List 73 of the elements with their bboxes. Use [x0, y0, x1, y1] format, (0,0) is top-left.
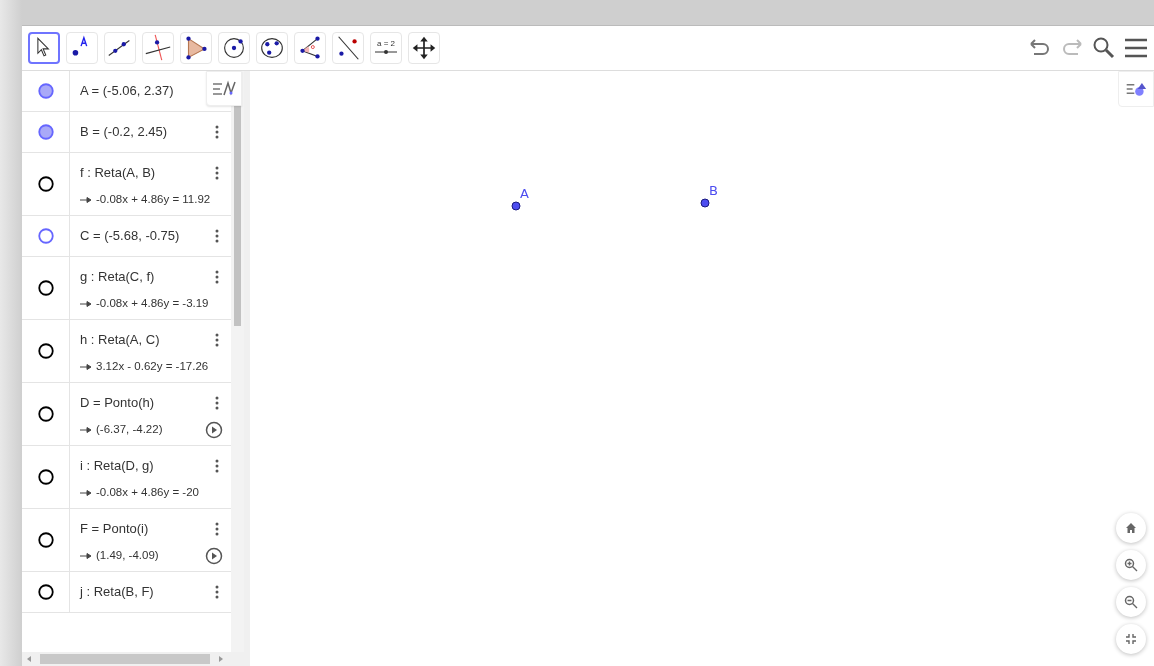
point[interactable]	[700, 198, 710, 208]
object-definition: i : Reta(D, g)	[80, 457, 154, 476]
line-tool-button[interactable]	[104, 32, 136, 64]
angle-tool-button[interactable]	[294, 32, 326, 64]
algebra-style-button[interactable]	[206, 71, 242, 106]
visibility-toggle[interactable]	[36, 342, 55, 360]
point-tool-button[interactable]	[66, 32, 98, 64]
object-definition: A = (-5.06, 2.37)	[80, 82, 174, 101]
point-label: B	[709, 183, 718, 198]
arrow-icon	[80, 301, 92, 307]
reflection-tool-button[interactable]	[332, 32, 364, 64]
more-options-icon[interactable]	[215, 229, 219, 243]
more-options-icon[interactable]	[215, 459, 219, 473]
slider-icon	[374, 48, 398, 56]
slider-tool-button[interactable]: a = 2	[370, 32, 402, 64]
object-value: 3.12x - 0.62y = -17.26	[96, 359, 209, 375]
collapse-icon	[1125, 633, 1137, 645]
arrow-icon	[80, 490, 92, 496]
home-button[interactable]	[1116, 513, 1146, 543]
visibility-toggle[interactable]	[36, 82, 55, 100]
more-options-icon[interactable]	[215, 166, 219, 180]
arrow-icon	[80, 197, 92, 203]
menu-button[interactable]	[1124, 37, 1148, 59]
object-definition: B = (-0.2, 2.45)	[80, 123, 168, 142]
play-button[interactable]	[205, 421, 223, 439]
object-definition: j : Reta(B, F)	[80, 583, 154, 602]
home-icon	[1125, 522, 1137, 534]
undo-button[interactable]	[1028, 38, 1052, 58]
object-definition: h : Reta(A, C)	[80, 331, 160, 350]
zoom-in-icon	[1124, 558, 1138, 572]
more-options-icon[interactable]	[215, 125, 219, 139]
visibility-toggle[interactable]	[36, 583, 55, 601]
object-value: -0.08x + 4.86y = 11.92	[96, 192, 211, 208]
object-definition: D = Ponto(h)	[80, 394, 155, 413]
point-label: A	[520, 186, 529, 201]
visibility-toggle[interactable]	[36, 175, 55, 193]
object-value: (1.49, -4.09)	[96, 548, 159, 564]
visibility-toggle[interactable]	[36, 279, 55, 297]
ellipse-tool-button[interactable]	[256, 32, 288, 64]
search-button[interactable]	[1092, 36, 1116, 60]
object-definition: g : Reta(C, f)	[80, 268, 155, 287]
perpendicular-line-tool-button[interactable]	[142, 32, 174, 64]
visibility-toggle[interactable]	[36, 123, 55, 141]
object-definition: f : Reta(A, B)	[80, 164, 156, 183]
exit-fullscreen-button[interactable]	[1116, 624, 1146, 654]
zoom-out-icon	[1124, 595, 1138, 609]
visibility-toggle[interactable]	[36, 468, 55, 486]
more-options-icon[interactable]	[215, 270, 219, 284]
arrow-icon	[80, 427, 92, 433]
more-options-icon[interactable]	[215, 396, 219, 410]
zoom-in-button[interactable]	[1116, 550, 1146, 580]
object-value: -0.08x + 4.86y = -20	[96, 485, 199, 501]
object-value: (-6.37, -4.22)	[96, 422, 163, 438]
more-options-icon[interactable]	[215, 333, 219, 347]
triangle-tool-button[interactable]	[180, 32, 212, 64]
cursor-tool-button[interactable]	[28, 32, 60, 64]
visibility-toggle[interactable]	[36, 227, 55, 245]
object-definition: C = (-5.68, -0.75)	[80, 227, 180, 246]
more-options-icon[interactable]	[215, 522, 219, 536]
play-button[interactable]	[205, 547, 223, 565]
object-definition: F = Ponto(i)	[80, 520, 149, 539]
perpendicular-line-icon	[143, 33, 173, 63]
move-arrows-tool-button[interactable]	[408, 32, 440, 64]
point[interactable]	[511, 201, 521, 211]
visibility-toggle[interactable]	[36, 405, 55, 423]
object-value: -0.08x + 4.86y = -3.19	[96, 296, 209, 312]
arrow-icon	[80, 364, 92, 370]
zoom-out-button[interactable]	[1116, 587, 1146, 617]
graphics-style-button[interactable]	[1118, 71, 1154, 107]
more-options-icon[interactable]	[215, 585, 219, 599]
visibility-toggle[interactable]	[36, 531, 55, 549]
circle-tool-button[interactable]	[218, 32, 250, 64]
arrow-icon	[80, 553, 92, 559]
